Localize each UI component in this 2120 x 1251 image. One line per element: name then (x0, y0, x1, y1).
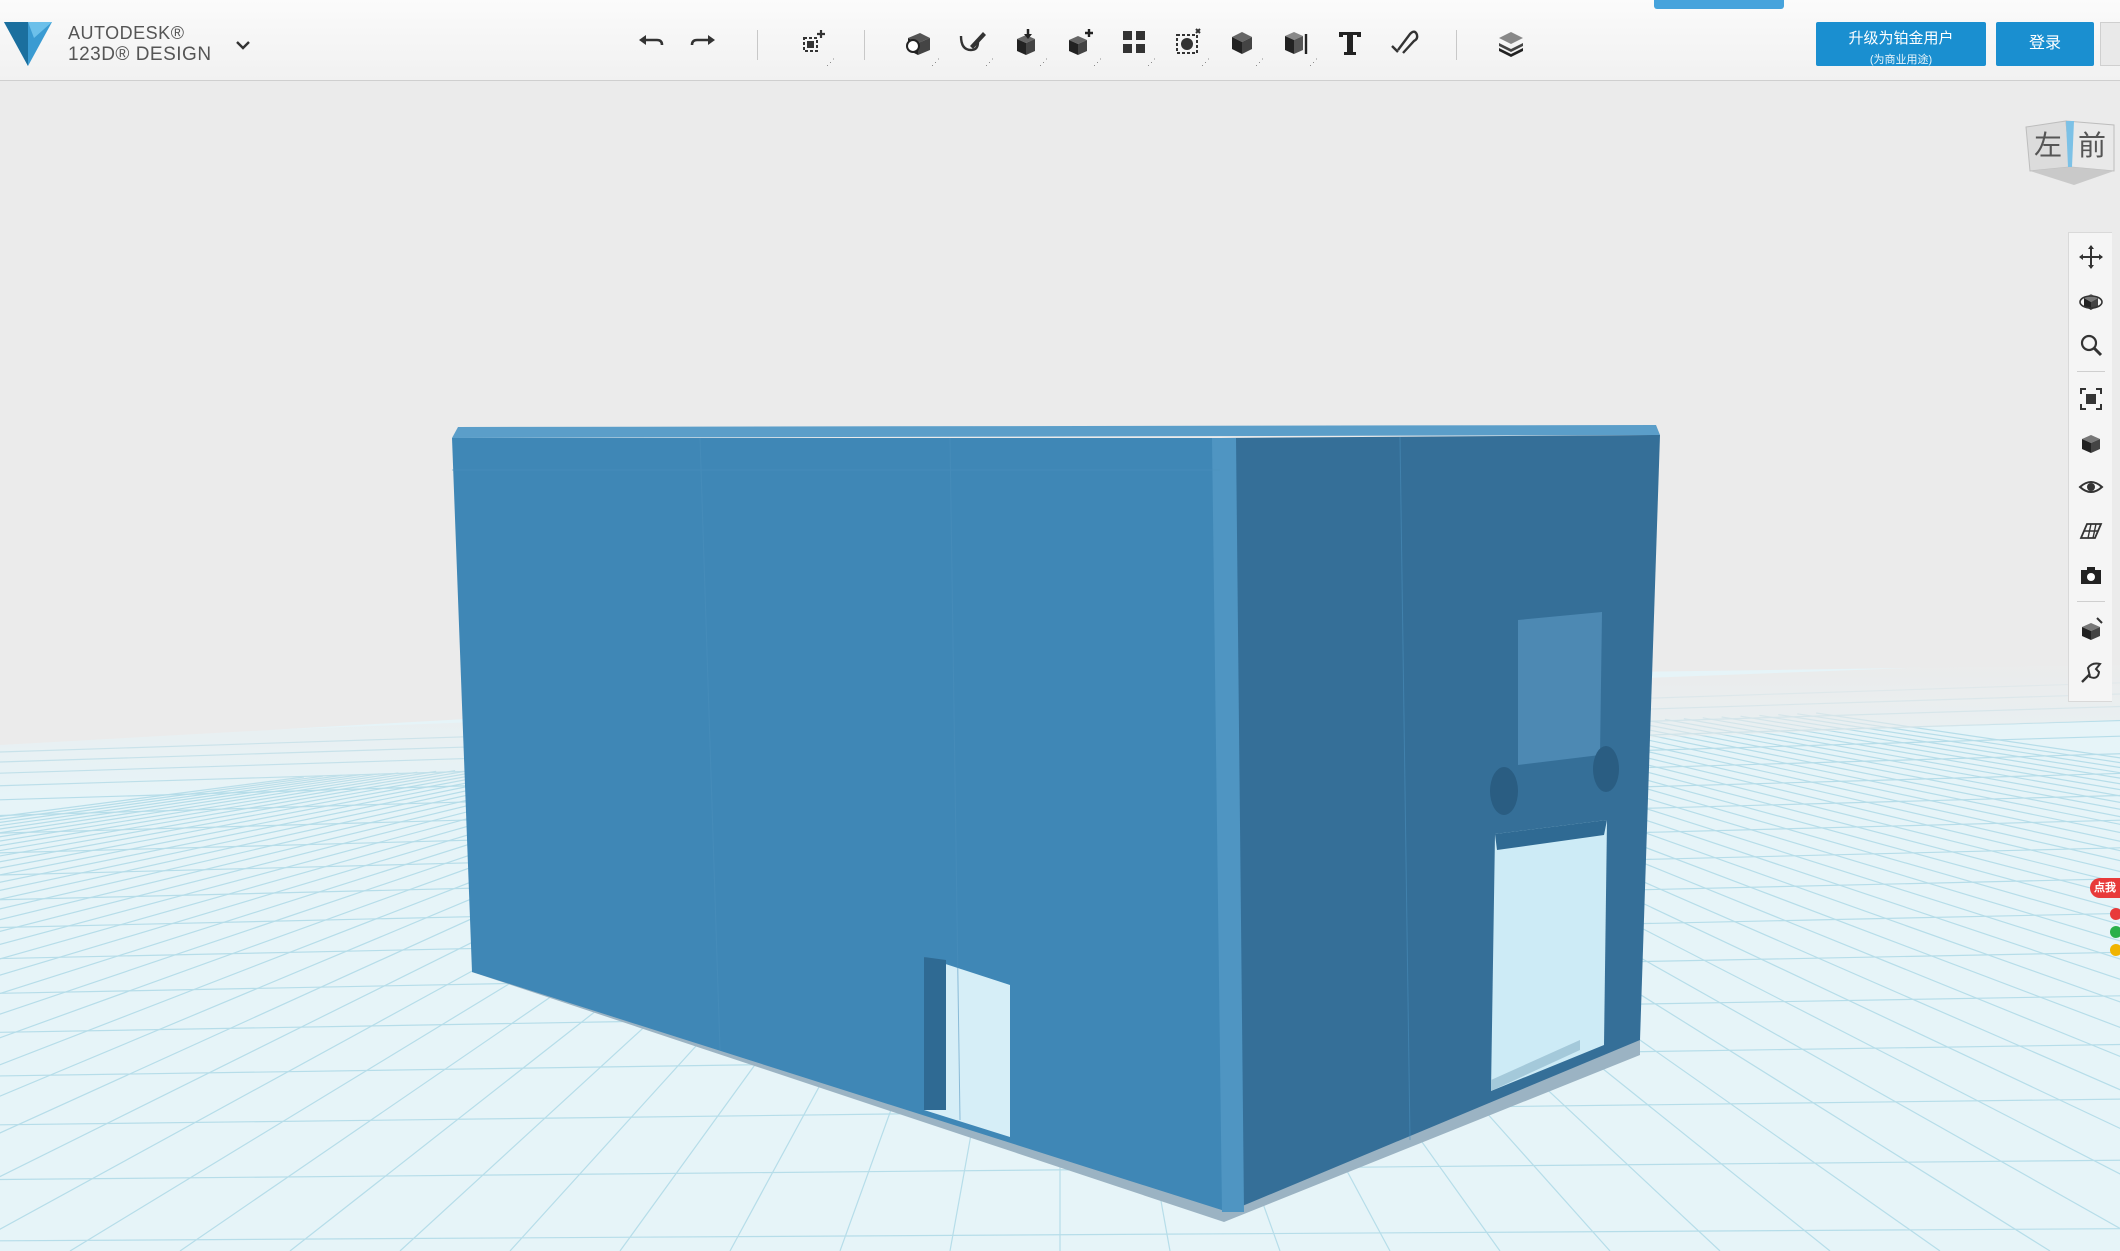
toolbar-separator (1456, 30, 1457, 60)
pan-icon (2079, 245, 2103, 269)
upgrade-sublabel: (为商业用途) (1869, 54, 1933, 66)
upgrade-label: 升级为铂金用户 (1848, 30, 1954, 47)
grid-button[interactable] (2075, 515, 2107, 547)
app-brand: AUTODESK® 123D® DESIGN (68, 24, 212, 64)
text-icon (1339, 32, 1361, 55)
modify-button[interactable]: ⋰ (1060, 22, 1102, 67)
box-top-edge (452, 425, 1660, 438)
measure-icon (1285, 32, 1308, 54)
grouping-icon (1176, 28, 1201, 54)
viewcube-face-front: 前 (2078, 129, 2106, 162)
settings-button[interactable] (2075, 657, 2107, 689)
orbit-button[interactable] (2075, 285, 2107, 317)
notification-tab[interactable] (1654, 0, 1784, 9)
navigation-bar (2068, 232, 2112, 702)
3d-scene[interactable] (0, 81, 2120, 1251)
viewcube-face-left: 左 (2034, 129, 2062, 162)
undo-icon (639, 35, 664, 46)
fit-icon (2080, 388, 2102, 410)
cutout-left-wall (924, 957, 946, 1110)
upgrade-button[interactable]: 升级为铂金用户 (为商业用途) (1816, 22, 1986, 66)
3d-viewport[interactable]: 左 前 点我 (0, 81, 2120, 1251)
settings-icon (2081, 662, 2102, 683)
brand-line-1: AUTODESK® (68, 23, 185, 43)
transform-icon (803, 30, 825, 52)
visibility-icon (2078, 481, 2104, 493)
visibility-button[interactable] (2075, 471, 2107, 503)
material-button[interactable] (1491, 22, 1531, 62)
side-promo-badge[interactable]: 点我 (2090, 878, 2120, 898)
hole-right (1593, 746, 1619, 792)
overflow-button[interactable] (2100, 22, 2120, 66)
fit-button[interactable] (2075, 383, 2107, 415)
top-toolbar: AUTODESK® 123D® DESIGN ⋰ ⋰ ⋰ ⋰ ⋰ ⋰ ⋰ ⋰ ⋰… (0, 0, 2120, 81)
primitives-button[interactable]: ⋰ (898, 22, 940, 67)
modify-icon (1069, 29, 1093, 55)
grid-icon (2079, 523, 2103, 539)
autodesk-logo (4, 22, 52, 66)
measure-button[interactable]: ⋰ (1276, 22, 1318, 67)
toolbar-separator (757, 30, 758, 60)
window-upper (1518, 612, 1602, 765)
transform-button[interactable]: ⋰ (793, 22, 835, 67)
construct-icon (1017, 29, 1035, 55)
pan-button[interactable] (2075, 241, 2107, 273)
pattern-button[interactable]: ⋰ (1114, 22, 1156, 67)
nav-separator (2077, 371, 2105, 372)
nav-separator (2077, 601, 2105, 602)
zoom-icon (2080, 334, 2103, 357)
sketch-icon (959, 32, 986, 52)
snap-button[interactable] (1384, 22, 1424, 62)
camera-button[interactable] (2075, 559, 2107, 591)
opening-lower (1491, 820, 1607, 1091)
combine-icon (1232, 32, 1252, 54)
pattern-icon (1123, 31, 1145, 53)
camera-icon (2081, 567, 2101, 584)
login-button[interactable]: 登录 (1996, 22, 2094, 66)
primitives-icon (906, 33, 930, 55)
grouping-button[interactable]: ⋰ (1168, 22, 1210, 67)
brand-line-2: 123D® DESIGN (68, 44, 212, 65)
zoom-button[interactable] (2075, 329, 2107, 361)
construct-button[interactable]: ⋰ (1006, 22, 1048, 67)
views-button[interactable] (2075, 427, 2107, 459)
material-icon (1499, 32, 1523, 57)
redo-icon (690, 35, 715, 46)
view-cube[interactable]: 左 前 (2022, 115, 2118, 195)
side-widget-icon[interactable] (2096, 904, 2120, 960)
combine-button[interactable]: ⋰ (1222, 22, 1264, 67)
orbit-icon (2079, 294, 2103, 310)
text-button[interactable] (1330, 22, 1370, 62)
material-icon (2082, 617, 2103, 640)
sketch-button[interactable]: ⋰ (952, 22, 994, 67)
undo-button[interactable] (631, 22, 671, 62)
views-icon (2082, 435, 2100, 453)
material-view-button[interactable] (2075, 613, 2107, 645)
toolbar-separator (864, 30, 865, 60)
snap-icon (1391, 30, 1419, 54)
chevron-down-icon[interactable] (234, 38, 252, 52)
redo-button[interactable] (683, 22, 723, 62)
hole-left (1490, 767, 1518, 815)
